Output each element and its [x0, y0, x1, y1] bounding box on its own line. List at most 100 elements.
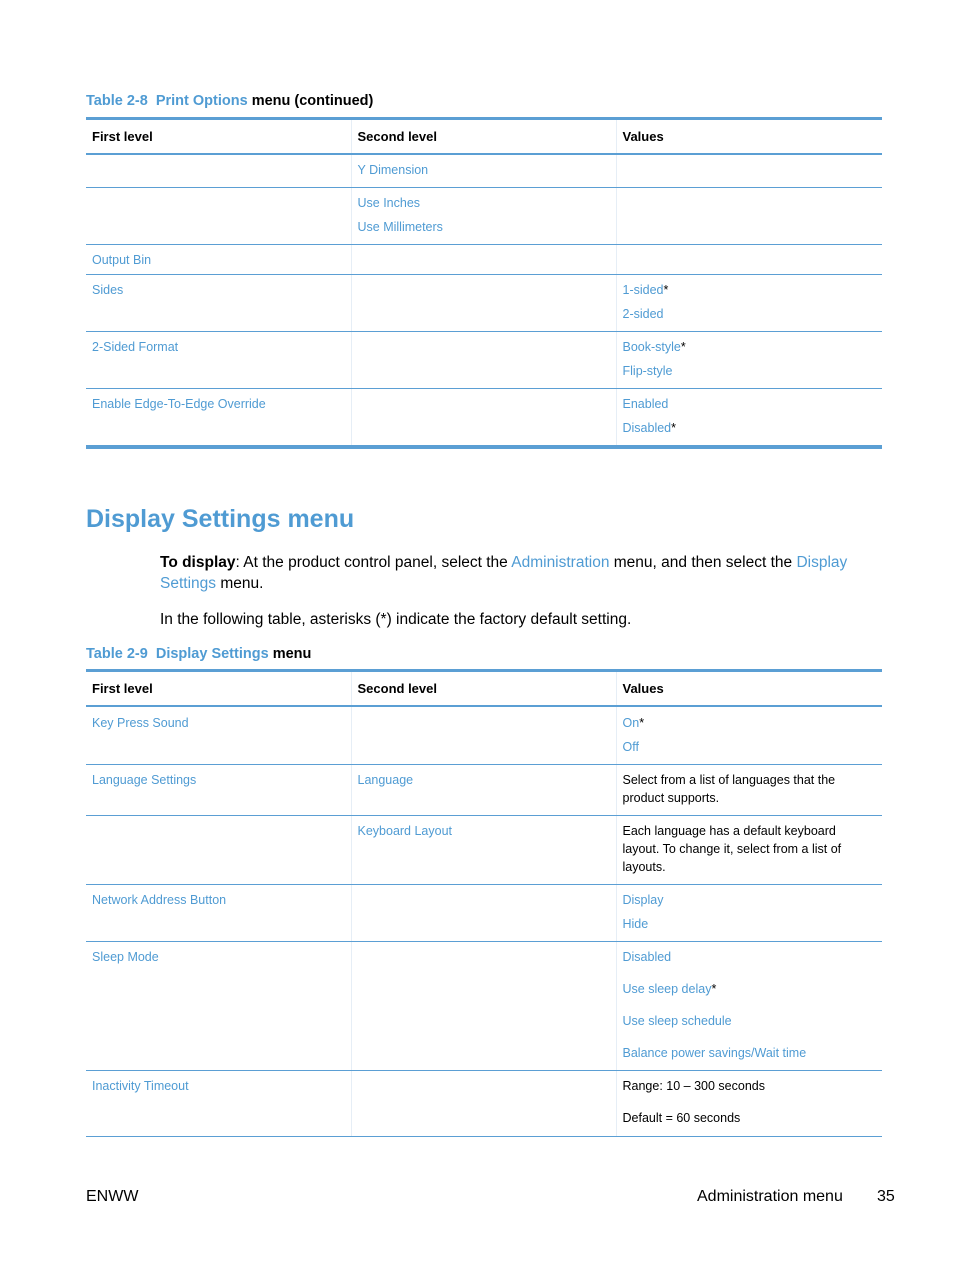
display-settings-table: First level Second level Values Key Pres… — [86, 669, 882, 1137]
table-row: Enable Edge-To-Edge Override Enabled Dis… — [86, 388, 882, 449]
first-level-cell: Inactivity Timeout — [86, 1070, 351, 1137]
table-row: Keyboard Layout Each language has a defa… — [86, 815, 882, 885]
values-cell: On* Off — [615, 706, 882, 765]
caption-label: Table 2-9 — [86, 646, 148, 662]
default-note: In the following table, asterisks (*) in… — [160, 611, 632, 628]
second-level-cell: Keyboard Layout — [350, 815, 616, 885]
caption-name: Display Settings — [155, 646, 269, 662]
values-cell: Display Hide — [615, 884, 882, 942]
first-level-cell: 2-Sided Format — [86, 331, 351, 389]
menu-item-network-address-button[interactable]: Network Address Button — [92, 885, 345, 917]
menu-item-inactivity-timeout[interactable]: Inactivity Timeout — [92, 1071, 345, 1103]
menu-item-sides[interactable]: Sides — [92, 275, 345, 307]
table-row: 2-Sided Format Book-style* Flip-style — [86, 331, 882, 389]
menu-item-keyboard-layout[interactable]: Keyboard Layout — [358, 816, 610, 848]
intro-bold: To display — [160, 554, 236, 571]
second-level-cell — [350, 244, 616, 275]
caption-suffix: menu — [272, 646, 312, 662]
header-second-level: Second level — [350, 117, 616, 155]
section-title: Display Settings menu — [86, 505, 355, 533]
value-on[interactable]: On* — [623, 707, 877, 732]
values-cell: Book-style* Flip-style — [615, 331, 882, 389]
caption-suffix: menu (continued) — [251, 93, 374, 109]
caption-name: Print Options — [155, 93, 248, 109]
header-first-level: First level — [86, 117, 351, 155]
second-level-cell — [350, 1070, 616, 1137]
table-row: Sides 1-sided* 2-sided — [86, 274, 882, 332]
table-row: Use Inches Use Millimeters — [86, 187, 882, 245]
second-level-cell — [350, 274, 616, 332]
table-2-8-caption: Table 2-8 Print Options menu (continued) — [86, 93, 373, 109]
page-number: 35 — [877, 1188, 895, 1205]
values-cell — [615, 154, 882, 188]
menu-item-2-sided-format[interactable]: 2-Sided Format — [92, 332, 345, 364]
value-flip-style[interactable]: Flip-style — [623, 356, 877, 388]
header-values: Values — [615, 117, 882, 155]
range-text: Range: 10 – 300 seconds — [622, 1079, 765, 1093]
second-level-cell: Language — [350, 764, 616, 816]
table-header-row: First level Second level Values — [86, 669, 882, 707]
table-row: Inactivity Timeout Range: 10 – 300 secon… — [86, 1070, 882, 1137]
intro-text: menu. — [216, 575, 264, 592]
first-level-cell: Language Settings — [86, 764, 351, 816]
value-book-style[interactable]: Book-style* — [623, 332, 877, 356]
administration-link[interactable]: Administration — [511, 554, 609, 571]
default-text: Default = 60 seconds — [622, 1111, 741, 1125]
second-level-cell — [350, 388, 616, 449]
values-cell: Enabled Disabled* — [615, 388, 882, 449]
values-cell: Range: 10 – 300 seconds Default = 60 sec… — [615, 1070, 882, 1137]
first-level-cell — [86, 815, 351, 885]
menu-item-key-press-sound[interactable]: Key Press Sound — [92, 707, 345, 740]
first-level-cell: Enable Edge-To-Edge Override — [86, 388, 351, 449]
value-2-sided[interactable]: 2-sided — [623, 299, 877, 331]
footer-left: ENWW — [86, 1188, 139, 1205]
header-first-level: First level — [86, 669, 351, 707]
menu-item-output-bin[interactable]: Output Bin — [92, 245, 345, 274]
values-cell: 1-sided* 2-sided — [615, 274, 882, 332]
value-disabled[interactable]: Disabled* — [623, 413, 877, 445]
header-values: Values — [615, 669, 882, 707]
value-off[interactable]: Off — [623, 732, 877, 764]
second-level-cell — [350, 884, 616, 942]
table-row: Sleep Mode Disabled Use sleep delay* Use… — [86, 941, 882, 1071]
first-level-cell: Key Press Sound — [86, 706, 351, 765]
menu-item-language-settings[interactable]: Language Settings — [92, 765, 345, 797]
first-level-cell — [86, 187, 351, 245]
value-enabled[interactable]: Enabled — [623, 389, 877, 413]
print-options-table: First level Second level Values Y Dimens… — [86, 117, 882, 449]
value-use-sleep-delay[interactable]: Use sleep delay* — [623, 966, 877, 998]
values-cell: Select from a list of languages that the… — [615, 764, 882, 816]
table-row: Key Press Sound On* Off — [86, 706, 882, 765]
intro-text: : At the product control panel, select t… — [235, 554, 512, 571]
second-level-cell: Use Inches Use Millimeters — [350, 187, 616, 245]
intro-text: menu, and then select the — [609, 554, 797, 571]
second-level-cell: Y Dimension — [350, 154, 616, 188]
menu-item-use-millimeters[interactable]: Use Millimeters — [358, 212, 610, 244]
first-level-cell: Sleep Mode — [86, 941, 351, 1071]
value-display[interactable]: Display — [623, 885, 877, 909]
menu-item-language[interactable]: Language — [358, 765, 610, 797]
value-balance-power-savings[interactable]: Balance power savings/Wait time — [623, 1030, 877, 1070]
table-2-9-caption: Table 2-9 Display Settings menu — [86, 646, 311, 662]
menu-item-y-dimension[interactable]: Y Dimension — [358, 155, 610, 187]
first-level-cell: Output Bin — [86, 244, 351, 275]
menu-item-use-inches[interactable]: Use Inches — [358, 188, 610, 212]
caption-label: Table 2-8 — [86, 93, 148, 109]
second-level-cell — [350, 331, 616, 389]
footer-section: Administration menu — [697, 1188, 843, 1205]
language-description: Select from a list of languages that the… — [622, 773, 836, 805]
value-hide[interactable]: Hide — [623, 909, 877, 941]
table-row: Language Settings Language Select from a… — [86, 764, 882, 816]
value-1-sided[interactable]: 1-sided* — [623, 275, 877, 299]
value-disabled[interactable]: Disabled — [623, 942, 877, 966]
keyboard-layout-description: Each language has a default keyboard lay… — [622, 824, 842, 874]
menu-item-enable-edge-to-edge-override[interactable]: Enable Edge-To-Edge Override — [92, 389, 345, 421]
second-level-cell — [350, 706, 616, 765]
first-level-cell: Network Address Button — [86, 884, 351, 942]
values-cell: Each language has a default keyboard lay… — [615, 815, 882, 885]
table-row: Network Address Button Display Hide — [86, 884, 882, 942]
values-cell — [615, 187, 882, 245]
menu-item-sleep-mode[interactable]: Sleep Mode — [92, 942, 345, 974]
values-cell: Disabled Use sleep delay* Use sleep sche… — [615, 941, 882, 1071]
value-use-sleep-schedule[interactable]: Use sleep schedule — [623, 998, 877, 1030]
